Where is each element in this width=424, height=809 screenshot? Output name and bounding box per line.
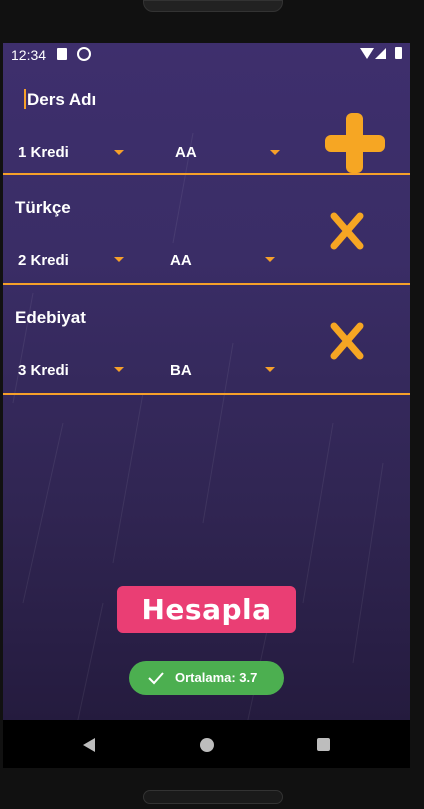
grade-dropdown-icon[interactable] <box>265 257 275 262</box>
home-icon[interactable] <box>200 738 214 752</box>
status-bar: 12:34 <box>3 43 410 67</box>
course-row: Edebiyat 3 Kredi BA <box>3 285 410 395</box>
course-name: Türkçe <box>15 198 71 217</box>
toast-message: Ortalama: 3.7 <box>175 670 258 685</box>
check-icon <box>148 672 164 685</box>
sd-card-icon <box>57 48 67 60</box>
grade-dropdown-icon[interactable] <box>265 367 275 372</box>
recent-apps-icon[interactable] <box>317 738 330 751</box>
back-icon[interactable] <box>83 738 95 752</box>
status-time: 12:34 <box>11 47 47 63</box>
wifi-icon <box>360 48 374 59</box>
credit-dropdown-icon[interactable] <box>114 257 124 262</box>
battery-icon <box>395 47 402 59</box>
credit-select[interactable]: 1 Kredi <box>18 144 69 161</box>
delete-course-button[interactable] <box>329 321 365 361</box>
add-course-button[interactable] <box>325 113 385 173</box>
grade-dropdown-icon[interactable] <box>270 150 280 155</box>
grade-select[interactable]: AA <box>170 252 192 269</box>
credit-select[interactable]: 2 Kredi <box>18 252 69 269</box>
phone-frame: 12:34 Ders Adı 1 Kredi AA Türkçe 2 Kredi <box>0 0 424 809</box>
delete-course-button[interactable] <box>329 211 365 251</box>
new-course-form: Ders Adı 1 Kredi AA <box>3 67 410 175</box>
plus-icon-bar <box>346 113 363 173</box>
cell-signal-icon <box>375 48 386 59</box>
credit-dropdown-icon[interactable] <box>114 150 124 155</box>
speaker-grille <box>143 0 283 12</box>
system-nav-bar <box>3 720 410 768</box>
credit-select[interactable]: 3 Kredi <box>18 362 69 379</box>
course-name: Edebiyat <box>15 308 86 327</box>
text-cursor <box>24 89 26 109</box>
grade-select[interactable]: BA <box>170 362 192 379</box>
bottom-bezel <box>143 790 283 804</box>
calculate-button[interactable]: Hesapla <box>117 586 296 633</box>
credit-dropdown-icon[interactable] <box>114 367 124 372</box>
close-icon <box>330 212 364 250</box>
course-name-input[interactable]: Ders Adı <box>27 90 96 110</box>
sync-icon <box>77 47 91 61</box>
grade-select[interactable]: AA <box>175 144 197 161</box>
app-screen: 12:34 Ders Adı 1 Kredi AA Türkçe 2 Kredi <box>3 43 410 763</box>
course-row: Türkçe 2 Kredi AA <box>3 175 410 285</box>
average-toast: Ortalama: 3.7 <box>129 661 284 695</box>
close-icon <box>330 322 364 360</box>
